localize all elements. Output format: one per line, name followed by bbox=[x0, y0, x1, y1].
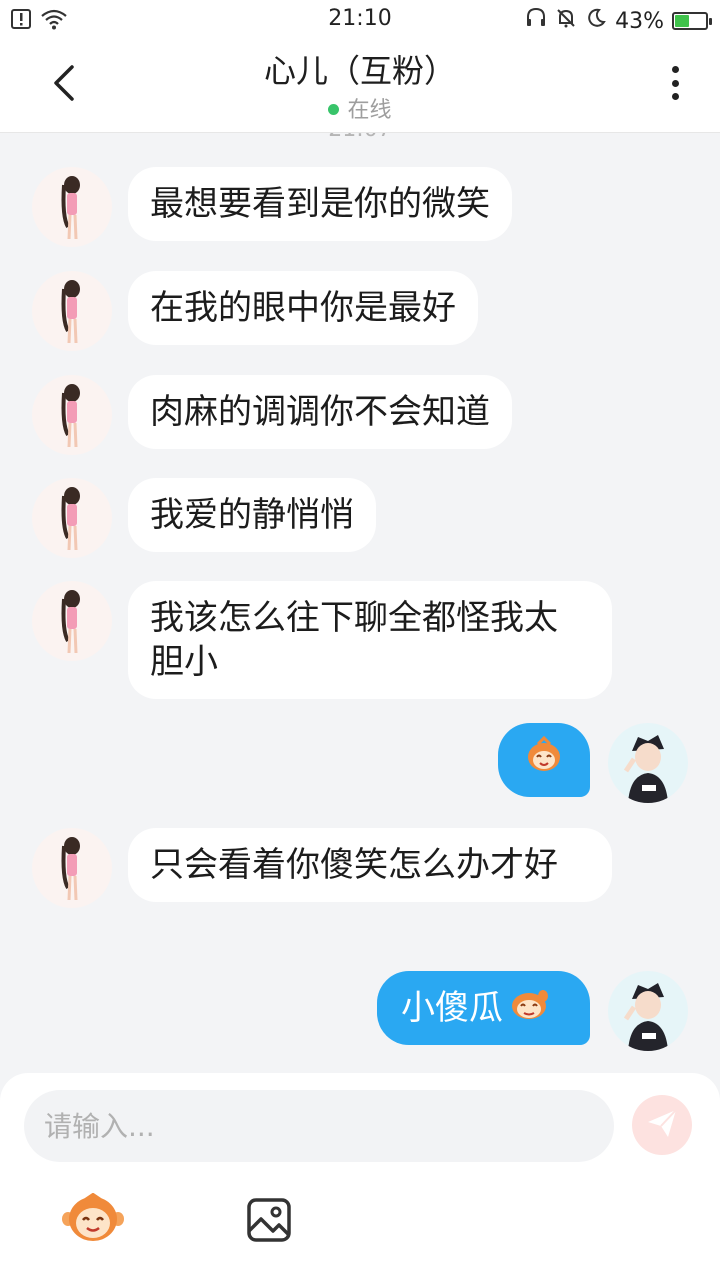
image-button[interactable] bbox=[246, 1197, 292, 1243]
contact-avatar[interactable] bbox=[32, 828, 112, 908]
incoming-message[interactable]: 在我的眼中你是最好 bbox=[128, 271, 478, 345]
battery-percent: 43% bbox=[615, 8, 664, 34]
contact-avatar[interactable] bbox=[32, 375, 112, 455]
send-button[interactable] bbox=[632, 1095, 692, 1155]
monkey-sticker-icon bbox=[524, 735, 564, 785]
message-list[interactable]: 21:07 最想要看到是你的微笑 在我的眼中你是最好 肉麻的调调你不会知道 我爱… bbox=[0, 133, 720, 1073]
incoming-message[interactable]: 我该怎么往下聊全都怪我太胆小 bbox=[128, 581, 612, 699]
more-button[interactable] bbox=[660, 66, 690, 106]
incoming-message[interactable]: 只会看着你傻笑怎么办才好 bbox=[128, 828, 612, 902]
outgoing-message[interactable]: 小傻瓜 bbox=[377, 971, 590, 1045]
emoji-button[interactable] bbox=[60, 1192, 126, 1243]
incoming-message[interactable]: 我爱的静悄悄 bbox=[128, 478, 376, 552]
more-icon bbox=[671, 66, 679, 100]
battery-fill bbox=[675, 15, 689, 27]
my-avatar[interactable] bbox=[608, 971, 688, 1051]
contact-name: 心儿（互粉） bbox=[263, 52, 456, 90]
online-dot bbox=[328, 104, 340, 115]
online-status: 在线 bbox=[0, 92, 720, 124]
composer bbox=[0, 1073, 720, 1280]
contact-avatar[interactable] bbox=[32, 581, 112, 661]
headset-icon bbox=[525, 7, 547, 35]
send-icon bbox=[645, 1106, 679, 1144]
monkey-sticker-icon bbox=[507, 984, 551, 1033]
message-timestamp: 21:07 bbox=[0, 133, 720, 142]
mute-icon bbox=[555, 7, 577, 35]
incoming-message[interactable]: 最想要看到是你的微笑 bbox=[128, 167, 512, 241]
contact-avatar[interactable] bbox=[32, 167, 112, 247]
emoji-icon bbox=[60, 1192, 126, 1247]
my-avatar[interactable] bbox=[608, 723, 688, 803]
outgoing-message-text: 小傻瓜 bbox=[401, 988, 503, 1028]
incoming-message[interactable]: 肉麻的调调你不会知道 bbox=[128, 375, 512, 449]
moon-icon bbox=[585, 7, 607, 35]
online-label: 在线 bbox=[347, 98, 392, 123]
status-right: 43% bbox=[525, 7, 712, 35]
outgoing-sticker-message[interactable] bbox=[498, 723, 590, 797]
status-bar: 21:10 43% bbox=[0, 0, 720, 40]
message-input[interactable] bbox=[24, 1090, 614, 1162]
image-icon bbox=[246, 1198, 292, 1247]
battery-icon bbox=[672, 12, 712, 30]
chat-header: 心儿（互粉） 在线 bbox=[0, 40, 720, 133]
contact-avatar[interactable] bbox=[32, 478, 112, 558]
contact-avatar[interactable] bbox=[32, 271, 112, 351]
